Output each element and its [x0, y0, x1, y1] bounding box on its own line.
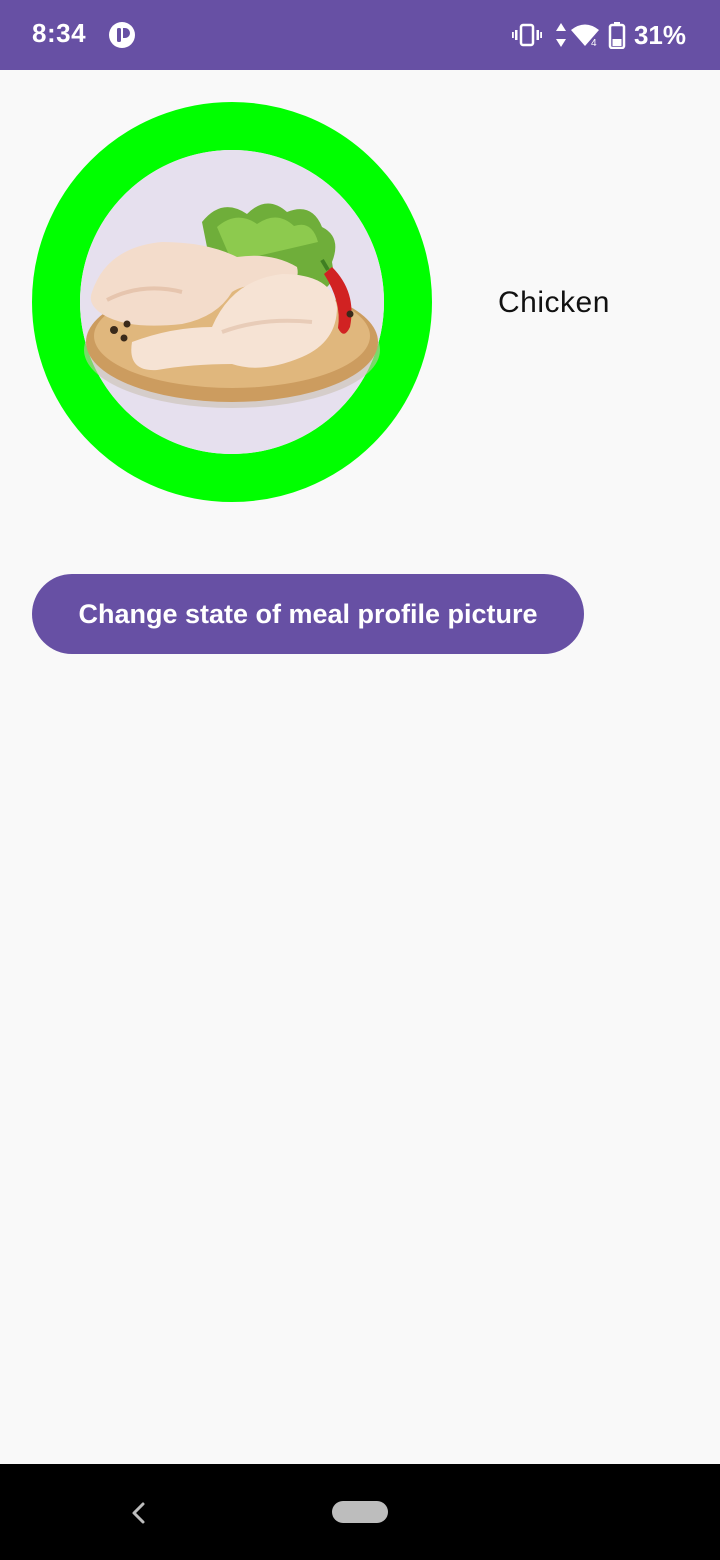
app-notification-icon: [109, 22, 135, 48]
status-icons: 4 31%: [511, 18, 686, 52]
change-state-button[interactable]: Change state of meal profile picture: [32, 574, 584, 654]
data-transfer-icon: [555, 23, 566, 47]
wifi-icon: 4: [570, 24, 599, 48]
back-icon[interactable]: [124, 1498, 154, 1528]
navigation-bar: [0, 1464, 720, 1560]
home-pill[interactable]: [332, 1501, 388, 1523]
battery-percent: 31%: [633, 19, 686, 50]
status-time: 8:34: [32, 18, 87, 48]
meal-name: Chicken: [498, 286, 610, 319]
vibrate-icon: [511, 23, 542, 47]
battery-icon: [608, 22, 626, 49]
meal-profile-picture[interactable]: [32, 102, 432, 502]
svg-text:4: 4: [591, 38, 597, 48]
app-screen: 8:34 4 31% Chicken Change state of meal …: [0, 0, 720, 1560]
status-bar: 8:34 4 31%: [0, 0, 720, 70]
